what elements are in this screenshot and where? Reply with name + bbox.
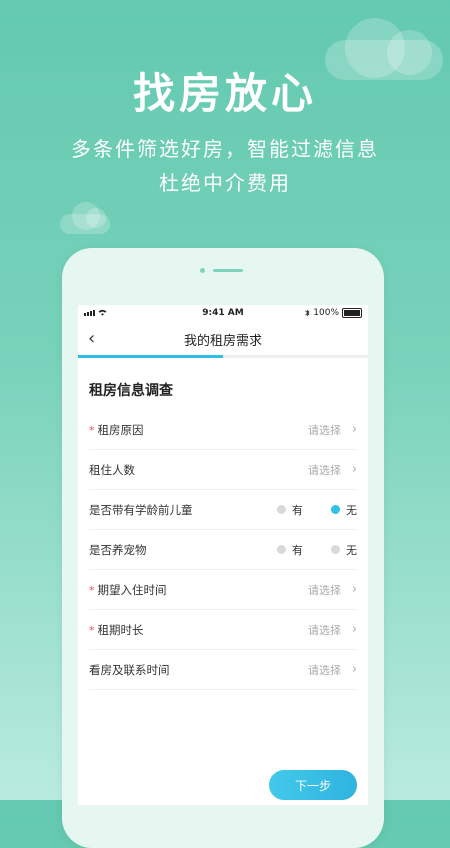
radio-group: 有无	[277, 502, 357, 518]
radio-group: 有无	[277, 542, 357, 558]
chevron-right-icon[interactable]: ›	[352, 622, 357, 637]
form-row: 是否养宠物有无	[89, 530, 357, 570]
nav-bar: ‹ 我的租房需求	[78, 321, 368, 355]
form-row-label: 是否带有学龄前儿童	[89, 502, 193, 518]
section-title: 租房信息调查	[89, 383, 173, 399]
form-row[interactable]: 租住人数 请选择 ›	[89, 450, 357, 490]
form-row-label: * 期望入住时间	[89, 582, 167, 598]
form-row-label: * 租期时长	[89, 622, 144, 638]
form-row-label-text: 租住人数	[89, 462, 135, 477]
radio-option[interactable]: 有	[277, 502, 303, 518]
radio-option-label: 无	[346, 543, 357, 557]
battery-icon	[342, 308, 362, 318]
form-row: 是否带有学龄前儿童有无	[89, 490, 357, 530]
form-row[interactable]: * 租房原因 请选择 ›	[89, 410, 357, 450]
form-row-label-text: 租期时长	[97, 622, 144, 637]
form-row-label: 租住人数	[89, 462, 135, 478]
radio-option-label: 有	[292, 543, 303, 557]
required-mark: *	[89, 583, 95, 597]
speaker-slot	[213, 269, 243, 272]
app-screen: 9:41 AM 100% ‹ 我的租房需求 租房信息调查 * 租房原因 请选择 › 租住…	[78, 305, 368, 805]
form-row[interactable]: * 期望入住时间 请选择 ›	[89, 570, 357, 610]
form-list: * 租房原因 请选择 › 租住人数 请选择 › 是否带有学龄前儿童有无是否养宠物有无 * 期望入住…	[78, 410, 368, 690]
progress-bar	[78, 355, 368, 358]
select-placeholder[interactable]: 请选择	[308, 662, 341, 678]
radio-option[interactable]: 有	[277, 542, 303, 558]
chevron-right-icon[interactable]: ›	[352, 582, 357, 597]
radio-option-label: 无	[346, 503, 357, 517]
chevron-right-icon[interactable]: ›	[352, 422, 357, 437]
form-row-label-text: 期望入住时间	[97, 582, 167, 597]
form-row-label-text: 是否养宠物	[89, 542, 147, 557]
next-step-button[interactable]: 下一步	[269, 770, 357, 800]
radio-unchecked-icon[interactable]	[277, 505, 286, 514]
required-mark: *	[89, 623, 95, 637]
form-row-label-text: 是否带有学龄前儿童	[89, 502, 193, 517]
form-row-label: * 租房原因	[89, 422, 144, 438]
hero-subtitle-line2: 杜绝中介费用	[159, 171, 291, 195]
status-bar: 9:41 AM 100%	[78, 305, 368, 321]
form-row[interactable]: * 租期时长 请选择 ›	[89, 610, 357, 650]
form-row-label-text: 租房原因	[97, 422, 144, 437]
progress-fill	[78, 355, 223, 358]
radio-checked-icon[interactable]	[331, 505, 340, 514]
radio-option-label: 有	[292, 503, 303, 517]
form-row-label: 看房及联系时间	[89, 662, 170, 678]
select-placeholder[interactable]: 请选择	[308, 462, 341, 478]
camera-dot	[200, 268, 205, 273]
hero-title: 找房放心	[132, 69, 317, 118]
cloud-decoration	[60, 202, 110, 234]
form-row-label-text: 看房及联系时间	[89, 662, 170, 677]
radio-option[interactable]: 无	[331, 502, 357, 518]
form-row[interactable]: 看房及联系时间 请选择 ›	[89, 650, 357, 690]
hero-subtitle-line1: 多条件筛选好房，智能过滤信息	[71, 137, 379, 161]
page-title: 我的租房需求	[183, 334, 262, 349]
required-mark: *	[89, 423, 95, 437]
select-placeholder[interactable]: 请选择	[308, 622, 341, 638]
bluetooth-icon	[305, 309, 310, 317]
battery-percent: 100%	[313, 308, 339, 318]
chevron-right-icon[interactable]: ›	[352, 462, 357, 477]
radio-option[interactable]: 无	[331, 542, 357, 558]
chevron-right-icon[interactable]: ›	[352, 662, 357, 677]
radio-unchecked-icon[interactable]	[331, 545, 340, 554]
radio-unchecked-icon[interactable]	[277, 545, 286, 554]
select-placeholder[interactable]: 请选择	[308, 422, 341, 438]
form-row-label: 是否养宠物	[89, 542, 147, 558]
select-placeholder[interactable]: 请选择	[308, 582, 341, 598]
status-right: 100%	[305, 308, 362, 318]
